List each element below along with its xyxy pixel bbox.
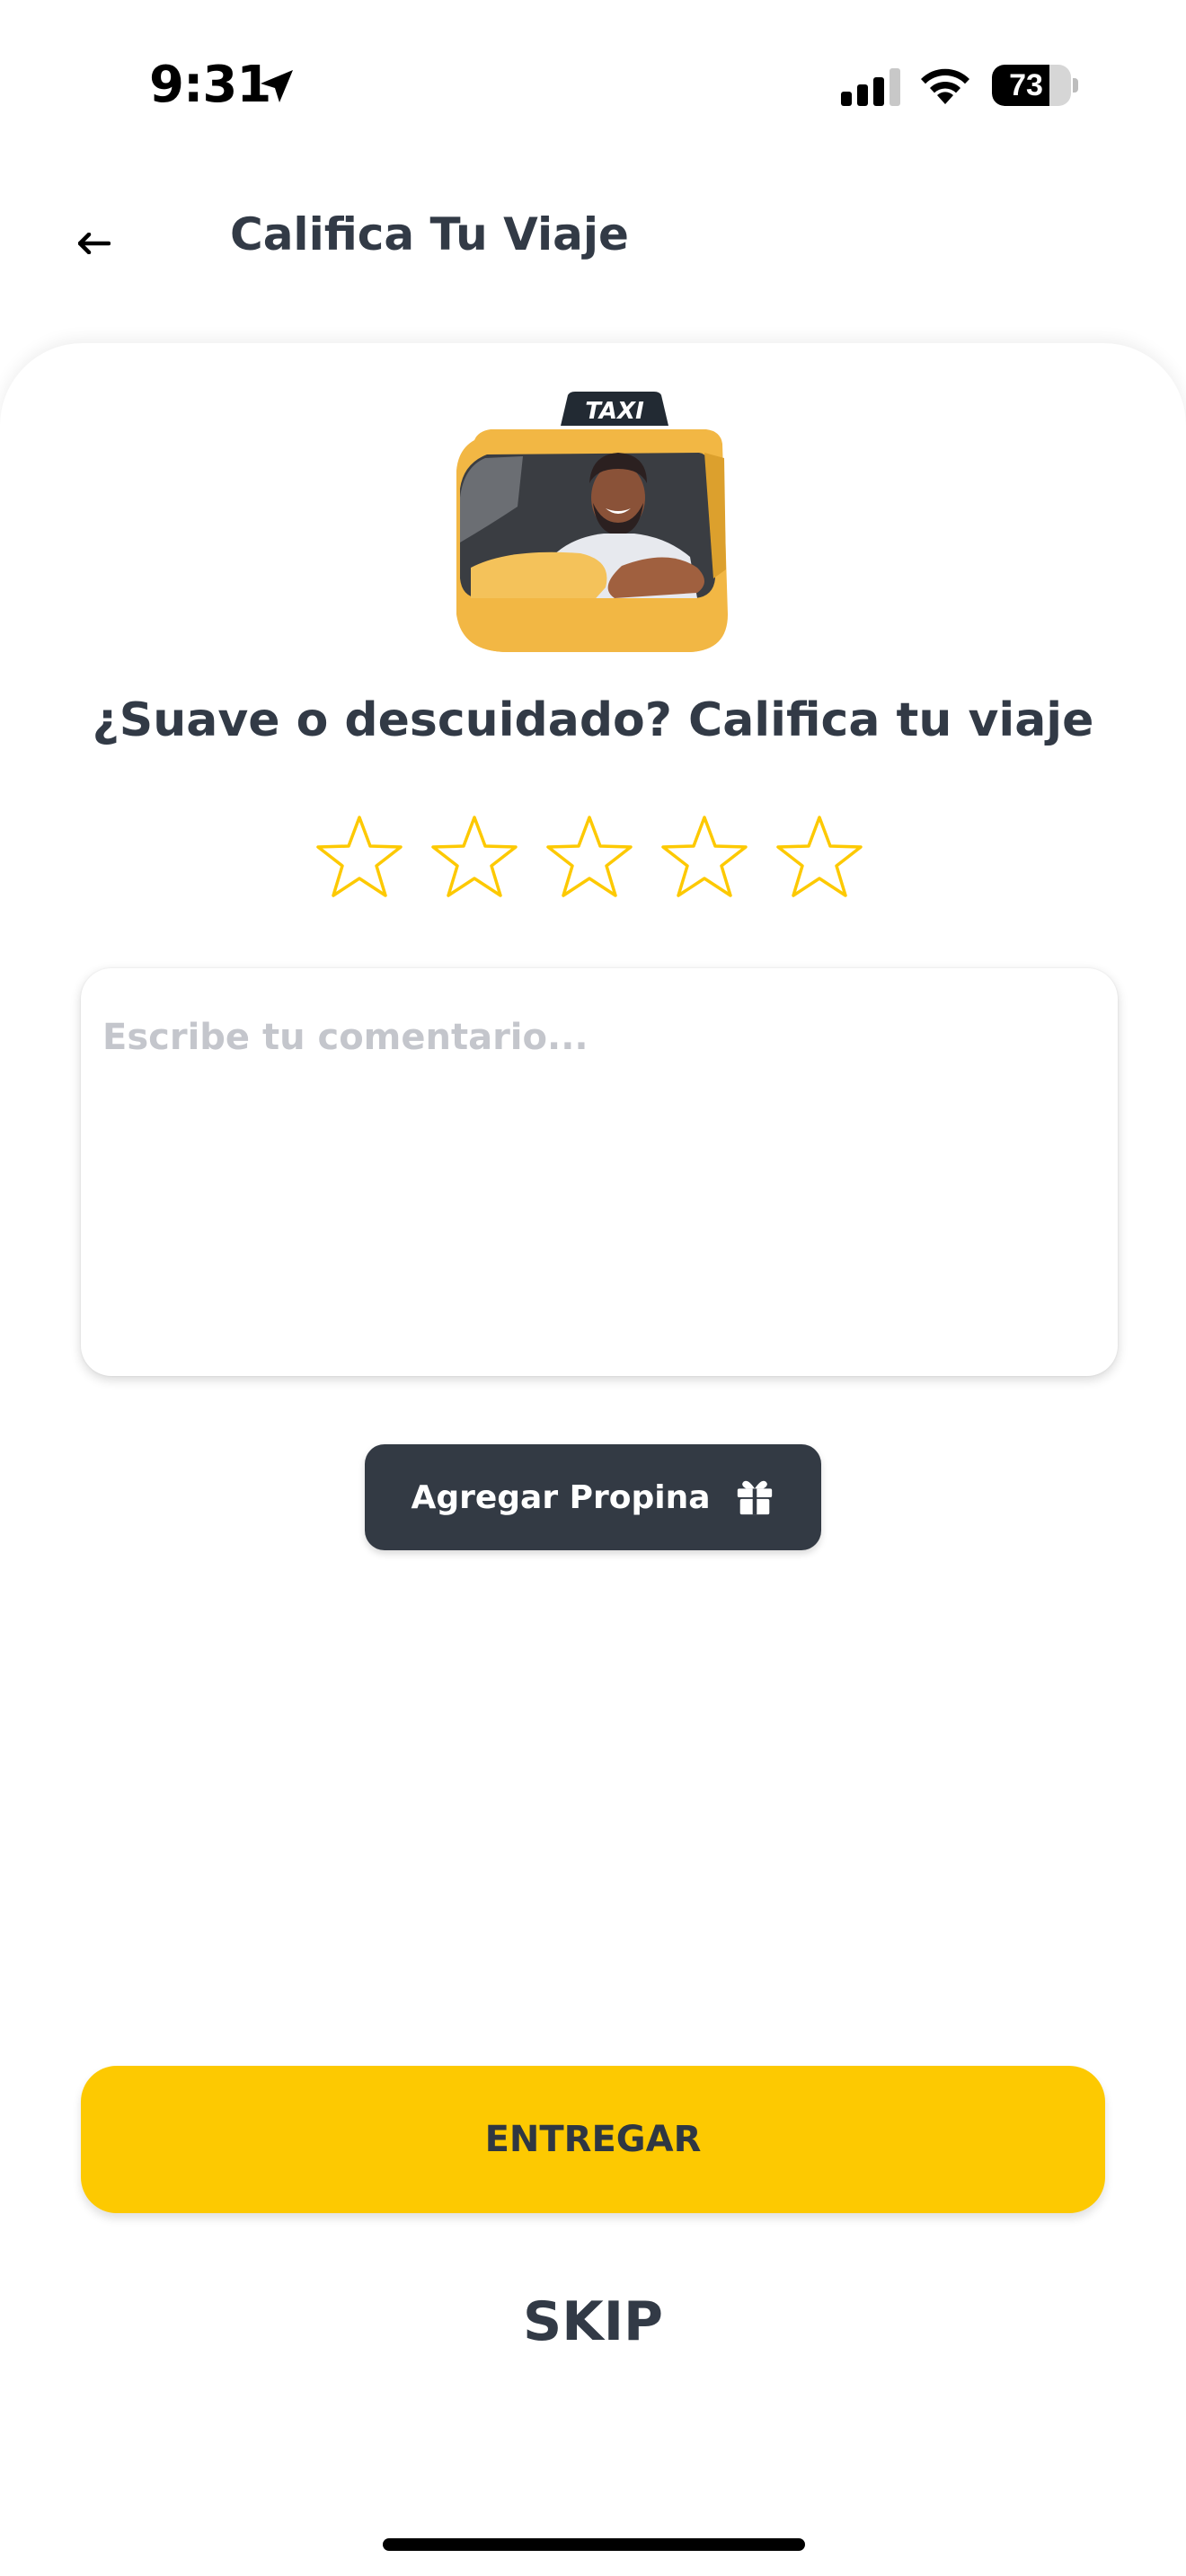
svg-text:TAXI: TAXI — [585, 398, 644, 425]
back-button[interactable] — [63, 212, 126, 275]
comment-input[interactable] — [81, 968, 1118, 1376]
star-3-icon[interactable] — [544, 814, 634, 900]
add-tip-button[interactable]: Agregar Propina — [365, 1444, 821, 1550]
status-time: 9:31 — [149, 56, 271, 114]
page-title: Califica Tu Viaje — [230, 208, 629, 260]
skip-button[interactable]: SKIP — [413, 2281, 773, 2362]
star-rating — [314, 814, 872, 904]
taxi-driver-illustration: TAXI — [456, 392, 728, 652]
wifi-icon — [921, 68, 969, 104]
rating-question: ¿Suave o descuidado? Califica tu viaje — [92, 693, 1094, 747]
gift-icon — [737, 1480, 772, 1515]
home-indicator — [383, 2538, 805, 2551]
cellular-signal-icon — [841, 68, 900, 106]
status-bar: 9:31 73 — [0, 0, 1186, 171]
star-5-icon[interactable] — [774, 814, 864, 900]
star-1-icon[interactable] — [314, 814, 404, 900]
submit-button[interactable]: ENTREGAR — [81, 2066, 1105, 2213]
star-4-icon[interactable] — [659, 814, 749, 900]
location-arrow-icon — [261, 70, 293, 102]
battery-level: 73 — [1009, 68, 1043, 102]
arrow-left-icon — [78, 233, 111, 254]
battery-icon: 73 — [992, 65, 1078, 106]
submit-label: ENTREGAR — [484, 2119, 702, 2160]
star-2-icon[interactable] — [429, 814, 519, 900]
add-tip-label: Agregar Propina — [411, 1478, 711, 1516]
